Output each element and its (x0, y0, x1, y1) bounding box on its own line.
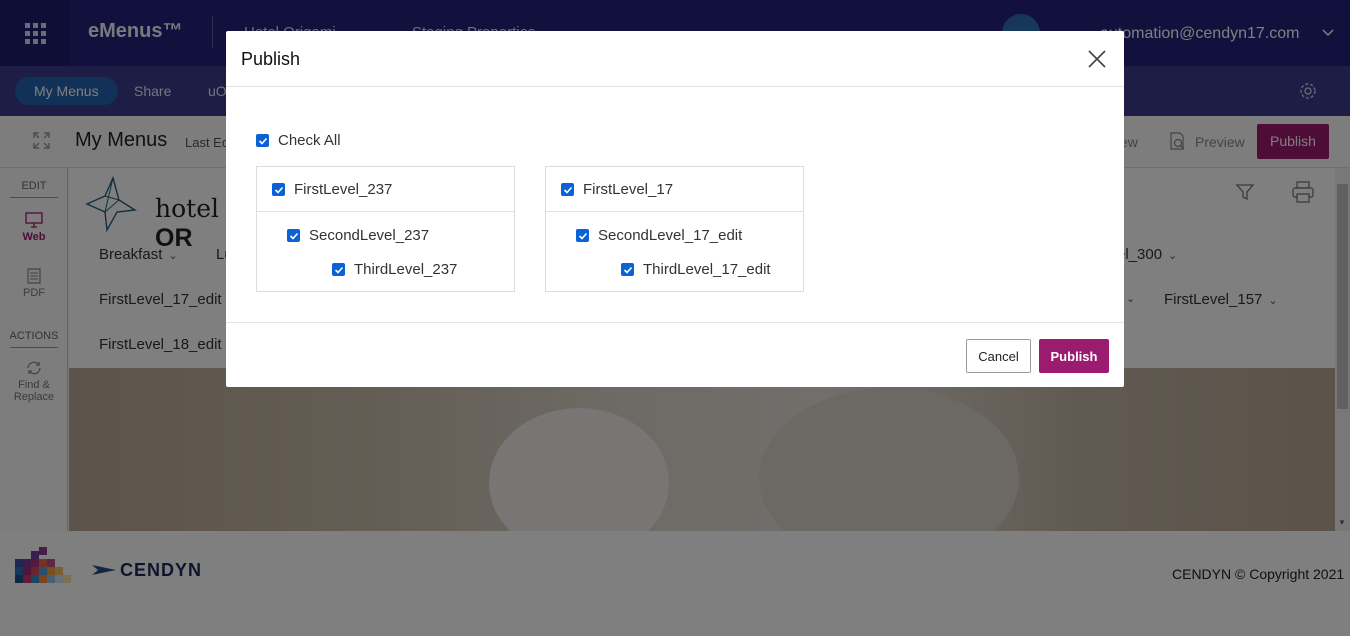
checkbox-checked-icon[interactable] (561, 183, 574, 196)
publish-button[interactable]: Publish (1039, 339, 1109, 373)
checkbox-label: ThirdLevel_17_edit (643, 261, 771, 278)
checkbox-label: SecondLevel_17_edit (598, 227, 743, 244)
cancel-button[interactable]: Cancel (966, 339, 1031, 373)
dialog-body: Check All FirstLevel_237 SecondLevel_237… (226, 87, 1124, 322)
checkbox-label: FirstLevel_237 (294, 181, 393, 198)
menu-tree-panel: FirstLevel_237 SecondLevel_237 ThirdLeve… (256, 166, 515, 292)
publish-dialog: Publish Check All FirstLevel_237 SecondL… (226, 31, 1124, 387)
menu-tree-panel: FirstLevel_17 SecondLevel_17_edit ThirdL… (545, 166, 804, 292)
checkbox-checked-icon[interactable] (256, 134, 269, 147)
thirdlevel-checkbox[interactable]: ThirdLevel_17_edit (621, 261, 771, 278)
checkbox-checked-icon[interactable] (332, 263, 345, 276)
checkbox-checked-icon[interactable] (287, 229, 300, 242)
dialog-footer: Cancel Publish (226, 322, 1124, 387)
checkbox-label: Check All (278, 132, 341, 149)
checkbox-label: SecondLevel_237 (309, 227, 430, 244)
secondlevel-checkbox[interactable]: SecondLevel_237 (287, 227, 429, 244)
checkbox-label: ThirdLevel_237 (354, 261, 458, 278)
checkbox-label: FirstLevel_17 (583, 181, 674, 198)
tree-divider (257, 211, 514, 212)
secondlevel-checkbox[interactable]: SecondLevel_17_edit (576, 227, 742, 244)
close-icon[interactable] (1086, 48, 1108, 70)
thirdlevel-checkbox[interactable]: ThirdLevel_237 (332, 261, 457, 278)
dialog-title: Publish (241, 49, 301, 69)
firstlevel-checkbox[interactable]: FirstLevel_17 (561, 181, 673, 198)
tree-divider (546, 211, 803, 212)
checkbox-checked-icon[interactable] (576, 229, 589, 242)
firstlevel-checkbox[interactable]: FirstLevel_237 (272, 181, 392, 198)
checkbox-checked-icon[interactable] (621, 263, 634, 276)
dialog-header: Publish (226, 31, 1124, 87)
checkbox-checked-icon[interactable] (272, 183, 285, 196)
check-all-checkbox[interactable]: Check All (256, 132, 341, 149)
